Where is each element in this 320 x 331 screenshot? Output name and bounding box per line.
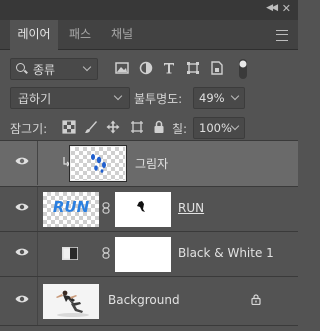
layer-row[interactable]: RUN RUN	[0, 187, 298, 232]
chevron-down-icon	[113, 91, 123, 101]
mask-shape-art	[137, 201, 145, 212]
collapse-panel-icon[interactable]: ◀◀	[266, 3, 278, 13]
search-icon	[16, 63, 25, 72]
fill-value: 100%	[199, 121, 232, 135]
filter-kind-select[interactable]: 종류	[10, 58, 98, 80]
visibility-eye-icon[interactable]	[15, 202, 29, 212]
shape-filter-icon[interactable]	[185, 60, 201, 76]
image-filter-icon[interactable]	[114, 60, 130, 76]
tab-paths[interactable]: 패스	[62, 20, 98, 49]
row-separator	[37, 232, 38, 276]
layer-name[interactable]: RUN	[178, 201, 204, 215]
shadow-thumbnail-art	[91, 154, 106, 173]
fill-input[interactable]: 100%	[193, 117, 245, 139]
visibility-eye-icon[interactable]	[15, 247, 29, 257]
filter-row: 종류	[0, 58, 298, 80]
fill-label: 칠:	[172, 122, 188, 136]
layers-panel: ◀◀ ✕ 레이어 패스 채널 종류 곱하기 불투명도: 49% 잠그기: 칠: …	[0, 0, 298, 330]
chevron-down-icon	[82, 62, 92, 72]
layer-thumbnail[interactable]: RUN	[43, 192, 99, 227]
run-thumbnail-text: RUN	[52, 198, 90, 216]
panel-menu-icon[interactable]	[276, 30, 288, 41]
lock-label: 잠그기:	[10, 122, 48, 136]
opacity-value: 49%	[199, 91, 225, 105]
layer-name[interactable]: 그림자	[135, 155, 168, 172]
mask-link-icon[interactable]	[102, 247, 110, 259]
layers-list: 그림자 RUN RUN Black & White 1 Background	[0, 140, 298, 331]
filter-kind-label: 종류	[33, 63, 56, 77]
clipping-mask-arrow-icon	[63, 157, 70, 167]
filter-toggle-icon[interactable]	[236, 58, 250, 80]
lock-artboard-icon[interactable]	[130, 120, 144, 134]
runner-photo-art	[43, 284, 99, 319]
layer-mask-thumbnail[interactable]	[115, 192, 171, 227]
row-separator	[37, 141, 38, 185]
row-separator	[37, 277, 38, 325]
smart-object-filter-icon[interactable]	[209, 60, 225, 76]
lock-all-icon[interactable]	[152, 120, 166, 134]
adjustment-filter-icon[interactable]	[138, 60, 154, 76]
row-separator	[37, 187, 38, 231]
lock-image-pixels-icon[interactable]	[84, 120, 98, 134]
layer-row[interactable]: Black & White 1	[0, 232, 298, 277]
layer-lock-icon[interactable]	[251, 294, 261, 305]
lock-row: 잠그기: 칠: 100%	[0, 117, 298, 139]
black-white-adjustment-icon[interactable]	[62, 247, 78, 260]
layer-thumbnail[interactable]	[43, 284, 99, 319]
panel-title-bar: ◀◀ ✕	[0, 0, 298, 20]
layer-thumbnail[interactable]	[69, 145, 127, 182]
tab-channels[interactable]: 채널	[104, 20, 140, 49]
mask-link-icon[interactable]	[102, 202, 110, 214]
chevron-down-icon[interactable]	[230, 121, 240, 131]
lock-position-icon[interactable]	[106, 120, 120, 134]
visibility-eye-icon[interactable]	[15, 156, 29, 166]
lock-transparent-pixels-icon[interactable]	[62, 120, 76, 134]
blend-mode-value: 곱하기	[18, 92, 52, 106]
opacity-input[interactable]: 49%	[193, 87, 245, 109]
type-filter-icon[interactable]	[161, 60, 177, 76]
layer-row[interactable]: 그림자	[0, 141, 298, 187]
blend-row: 곱하기 불투명도: 49%	[0, 87, 298, 109]
opacity-label: 불투명도:	[134, 92, 183, 106]
layer-row[interactable]: Background	[0, 277, 298, 326]
chevron-down-icon[interactable]	[230, 91, 240, 101]
panel-tabs: 레이어 패스 채널	[0, 20, 298, 50]
close-panel-icon[interactable]: ✕	[282, 2, 291, 15]
layer-mask-thumbnail[interactable]	[115, 237, 171, 272]
tab-layers[interactable]: 레이어	[10, 20, 58, 50]
visibility-eye-icon[interactable]	[15, 294, 29, 304]
blend-mode-select[interactable]: 곱하기	[10, 87, 130, 109]
layer-name[interactable]: Black & White 1	[178, 246, 274, 260]
layer-name[interactable]: Background	[108, 293, 180, 307]
